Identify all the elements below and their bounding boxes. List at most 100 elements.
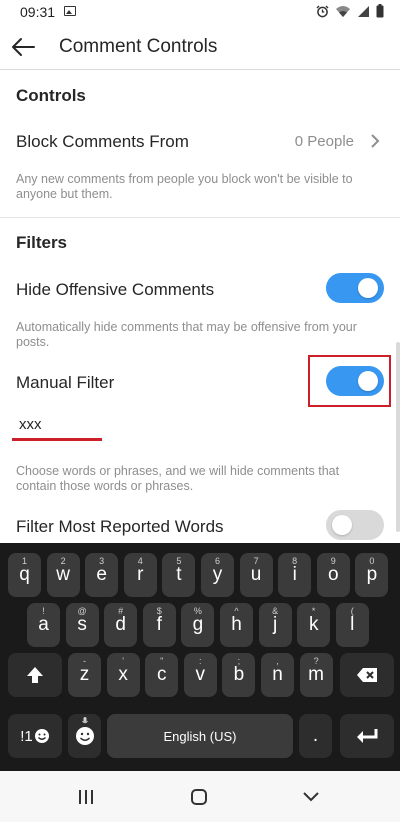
key-secondary-label: 9 [330, 556, 336, 566]
key-p[interactable]: 0p [355, 553, 389, 597]
key-i[interactable]: 8i [278, 553, 312, 597]
input-underline [12, 438, 102, 441]
key-secondary-label: 6 [214, 556, 220, 566]
hide-keyboard-button[interactable] [296, 785, 326, 809]
key-h[interactable]: ^ h [220, 603, 253, 647]
key-e[interactable]: 3e [85, 553, 119, 597]
filters-section-title: Filters [16, 233, 68, 252]
key-n[interactable]: ,n [261, 653, 294, 697]
key-v[interactable]: :v [183, 653, 217, 697]
key-label: x [118, 664, 128, 685]
home-button[interactable] [184, 785, 214, 809]
backspace-key[interactable] [340, 653, 394, 697]
key-label: f [156, 614, 162, 635]
home-icon [191, 789, 207, 805]
hide-offensive-description: Automatically hide comments that may be … [16, 320, 357, 349]
key-u[interactable]: 7u [239, 553, 273, 597]
back-button[interactable] [6, 30, 40, 64]
key-t[interactable]: 5t [162, 553, 196, 597]
key-g[interactable]: % g [181, 603, 215, 647]
navigation-bar [0, 771, 400, 822]
key-y[interactable]: 6y [201, 553, 234, 597]
key-j[interactable]: & j [258, 603, 292, 647]
wifi-icon [336, 5, 350, 17]
key-label: a [38, 614, 49, 635]
key-secondary-label: 0 [369, 556, 375, 566]
key-secondary-label: 1 [21, 556, 27, 566]
enter-key[interactable] [340, 714, 394, 758]
key-secondary-label: % [193, 606, 202, 616]
key-label: t [176, 564, 182, 585]
key-z[interactable]: -z [68, 653, 101, 697]
space-key[interactable]: English (US) [107, 714, 293, 758]
emoji-icon [34, 729, 49, 743]
key-label: i [292, 564, 297, 585]
key-secondary-label: ( [350, 606, 354, 616]
key-secondary-label: : [199, 656, 202, 666]
battery-icon [376, 4, 384, 18]
key-secondary-label: 7 [253, 556, 259, 566]
key-label: b [233, 664, 245, 685]
emoji-key[interactable] [68, 714, 101, 758]
key-secondary-label: & [272, 606, 279, 616]
manual-filter-words-input[interactable] [16, 410, 98, 438]
toggle-knob [358, 278, 378, 298]
recent-apps-button[interactable] [71, 785, 101, 809]
toggle-knob [332, 515, 352, 535]
symbols-key-label: !1 [20, 727, 33, 745]
manual-filter-toggle[interactable] [326, 366, 384, 396]
key-r[interactable]: 4r [123, 553, 157, 597]
key-secondary-label: $ [156, 606, 162, 616]
key-f[interactable]: $ f [142, 603, 176, 647]
key-c[interactable]: " c [145, 653, 179, 697]
block-comments-row[interactable]: Block Comments From 0 People [0, 118, 400, 164]
period-key-label: . [312, 725, 319, 746]
signal-icon [358, 5, 369, 17]
key-label: r [137, 564, 144, 585]
key-secondary-label: 3 [99, 556, 105, 566]
key-m[interactable]: ? m [299, 653, 333, 697]
key-o[interactable]: 9o [316, 553, 350, 597]
key-label: o [328, 564, 339, 585]
key-a[interactable]: ! a [27, 603, 60, 647]
scrollbar[interactable] [396, 342, 400, 532]
most-reported-label: Filter Most Reported Words [16, 517, 224, 536]
manual-filter-label: Manual Filter [16, 373, 115, 392]
backspace-icon [357, 668, 377, 682]
key-label: p [366, 564, 378, 585]
blocked-count: 0 People [294, 133, 354, 150]
key-label: v [195, 664, 206, 685]
key-w[interactable]: 2w [46, 553, 80, 597]
key-secondary-label: ; [237, 656, 241, 666]
keyboard: 1 q 2 w 3 e 4 r 5 t 6 y 7 u 8 i 9 o 0 p! a @ s # d $ f% g ^ h & j * k(l - z… [0, 543, 400, 771]
key-x[interactable]: ' x [106, 653, 140, 697]
key-label: h [231, 614, 242, 635]
period-key[interactable]: . [299, 714, 332, 758]
key-q[interactable]: 1q [8, 553, 41, 597]
key-label: q [19, 564, 30, 585]
key-secondary-label: * [311, 606, 316, 616]
key-s[interactable]: @ s [65, 603, 99, 647]
key-b[interactable]: ; b [222, 653, 256, 697]
key-label: u [250, 564, 262, 585]
key-label: n [272, 664, 283, 685]
key-k[interactable]: * k [297, 603, 331, 647]
chevron-down-icon [303, 792, 319, 802]
key-label: l [350, 614, 355, 635]
key-label: g [192, 614, 204, 635]
key-secondary-label: ^ [234, 606, 239, 616]
status-time: 09:31 [20, 4, 56, 20]
symbols-key[interactable]: !1 [8, 714, 62, 758]
shift-key[interactable] [8, 653, 62, 697]
key-label: j [272, 614, 278, 635]
key-secondary-label: @ [77, 606, 87, 616]
key-l[interactable]: (l [335, 603, 369, 647]
block-comments-description: Any new comments from people you block w… [16, 172, 353, 201]
most-reported-toggle[interactable] [326, 510, 384, 540]
key-d[interactable]: # d [104, 603, 138, 647]
hide-offensive-label: Hide Offensive Comments [16, 280, 215, 299]
key-secondary-label: # [118, 606, 124, 616]
manual-filter-description: Choose words or phrases, and we will hid… [16, 464, 340, 493]
key-secondary-label: ! [42, 606, 45, 616]
hide-offensive-toggle[interactable] [326, 273, 384, 303]
